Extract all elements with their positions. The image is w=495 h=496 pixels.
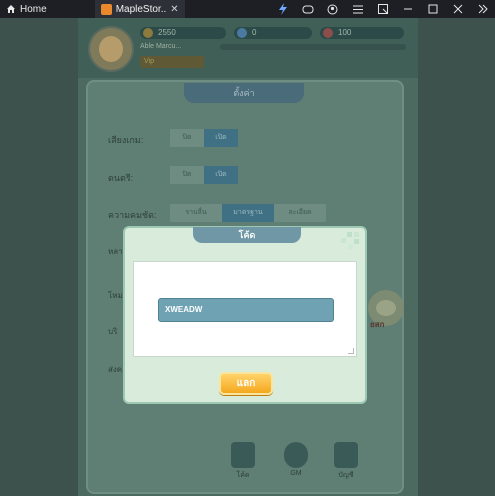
- partial-label-4: ส่งค: [108, 365, 123, 374]
- gem-counter: 0: [234, 27, 312, 39]
- gold-counter: 2550: [140, 27, 226, 39]
- code-input[interactable]: XWEADW: [158, 298, 334, 322]
- dialog-title: โค้ด: [193, 227, 301, 243]
- external-icon[interactable]: [370, 0, 395, 18]
- maximize-icon[interactable]: [420, 0, 445, 18]
- account-icon[interactable]: [320, 0, 345, 18]
- music-off[interactable]: ปิด: [170, 166, 204, 184]
- nav-gm-label: GM: [290, 470, 302, 477]
- player-avatar[interactable]: [88, 26, 134, 72]
- maplestory-app-icon: [100, 3, 112, 15]
- clarity-option-smooth[interactable]: ราบลื่น: [170, 204, 222, 222]
- clarity-option-fine[interactable]: ละเอียด: [274, 204, 326, 222]
- experience-bar: [220, 44, 406, 50]
- nav-gm[interactable]: GM: [278, 442, 314, 477]
- redeem-button[interactable]: แลก: [219, 372, 273, 395]
- music-toggle: ปิด เปิด: [170, 166, 238, 184]
- partial-label-1: หลา: [108, 247, 123, 256]
- code-dialog: โค้ด XWEADW แลก: [123, 226, 367, 404]
- headset-icon: [284, 442, 308, 468]
- app-tab[interactable]: MapleStor... ✕: [94, 0, 185, 18]
- player-name: Able Marcu...: [140, 43, 182, 50]
- close-icon[interactable]: [445, 0, 470, 18]
- clarity-option-standard[interactable]: มาตรฐาน: [222, 204, 274, 222]
- bolt-icon[interactable]: [270, 0, 295, 18]
- tab-close-icon[interactable]: ✕: [170, 4, 178, 15]
- music-on[interactable]: เปิด: [204, 166, 238, 184]
- double-chevron-icon[interactable]: [470, 0, 495, 18]
- heart-icon: [323, 28, 333, 38]
- game-sound-label: เสียงเกม:: [108, 135, 144, 145]
- mascot-text: ยสก: [370, 320, 385, 329]
- music-label: ดนตรี:: [108, 173, 134, 183]
- minimize-icon[interactable]: [395, 0, 420, 18]
- partial-label-2: โหม: [108, 291, 123, 300]
- game-sound-on[interactable]: เปิด: [204, 129, 238, 147]
- clarity-label: ความคมชัด:: [108, 210, 157, 220]
- home-tab-label: Home: [20, 3, 47, 15]
- nav-code-label: โค้ด: [236, 472, 250, 479]
- book-icon: [231, 442, 255, 468]
- vip-badge[interactable]: Vip: [140, 56, 204, 68]
- menu-icon[interactable]: [345, 0, 370, 18]
- profile-icon: [334, 442, 358, 468]
- home-tab[interactable]: Home: [0, 0, 55, 18]
- emulator-titlebar: Home MapleStor... ✕: [0, 0, 495, 18]
- game-sound-toggle: ปิด เปิด: [170, 129, 238, 147]
- clarity-selector: ราบลื่น มาตรฐาน ละเอียด: [170, 204, 326, 222]
- partial-label-3: บริ: [108, 327, 118, 336]
- heart-counter: 100: [320, 27, 404, 39]
- gem-icon: [237, 28, 247, 38]
- emulator-window: Home MapleStor... ✕ 2550 0 100 Able Marc…: [0, 0, 495, 496]
- dialog-content-panel: XWEADW: [133, 261, 357, 357]
- nav-code[interactable]: โค้ด: [225, 442, 261, 481]
- gamepad-icon[interactable]: [295, 0, 320, 18]
- window-controls: [270, 0, 495, 18]
- home-icon: [7, 5, 15, 13]
- game-sound-off[interactable]: ปิด: [170, 129, 204, 147]
- settings-title: ตั้งค่า: [184, 83, 304, 103]
- nav-account[interactable]: บัญชี: [328, 442, 364, 481]
- resize-grip-icon: [348, 348, 354, 354]
- app-tab-label: MapleStor...: [115, 3, 167, 15]
- coin-icon: [143, 28, 153, 38]
- nav-account-label: บัญชี: [338, 472, 354, 479]
- corner-pattern-icon: [341, 232, 359, 249]
